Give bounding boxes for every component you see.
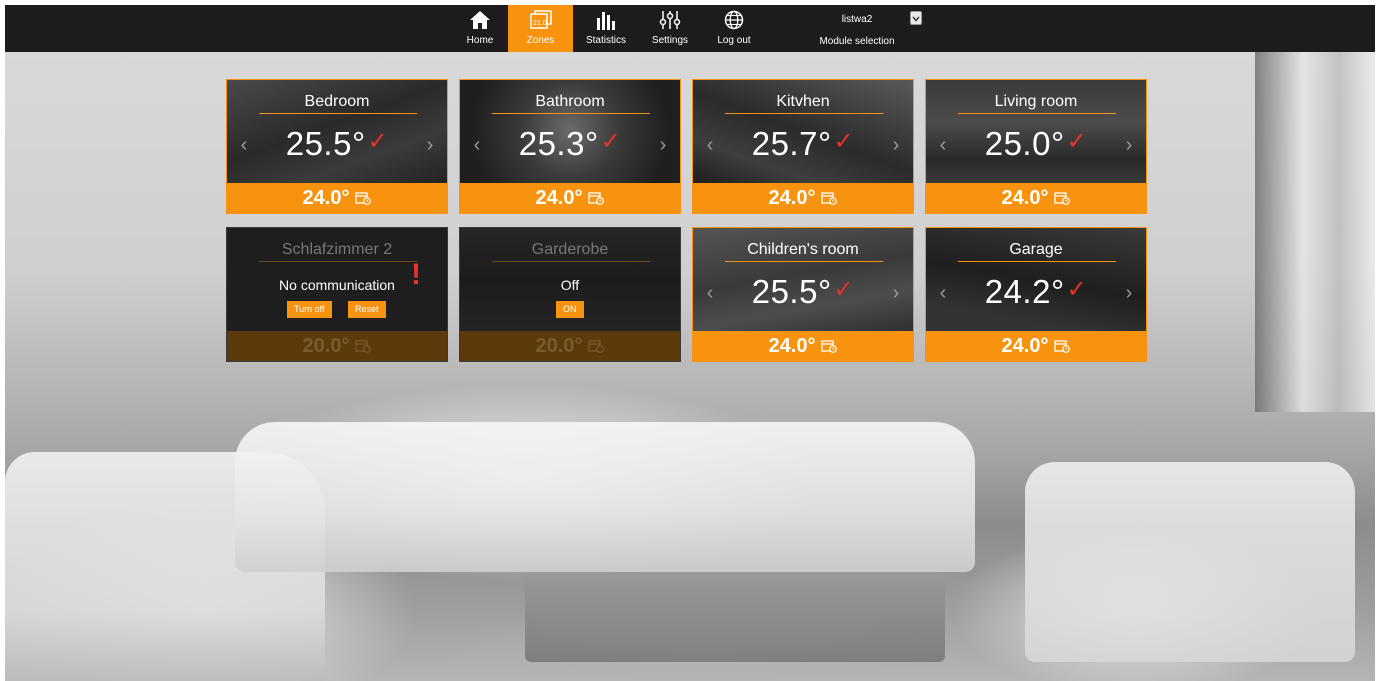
zone-temperature: 25.0°✓ (984, 125, 1088, 162)
calendar-clock-icon (821, 339, 838, 353)
zone-name: Bathroom (535, 93, 605, 110)
statistics-icon (596, 8, 616, 32)
globe-icon (724, 8, 744, 32)
calendar-clock-icon (1054, 191, 1071, 205)
nav-logout-label: Log out (717, 35, 751, 46)
check-icon: ✓ (367, 128, 389, 155)
zone-name-underline (958, 261, 1116, 262)
setpoint-value: 24.0° (1001, 186, 1049, 209)
check-icon: ✓ (1066, 128, 1088, 155)
settings-icon (659, 8, 681, 32)
zone-tile-bathroom[interactable]: Bathroom ‹ 25.3°✓ › 24.0° (459, 79, 681, 214)
zone-setpoint[interactable]: 24.0° (926, 183, 1146, 213)
nav-zones[interactable]: 21.0 Zones (508, 5, 573, 52)
svg-text:21.0: 21.0 (533, 20, 547, 27)
zone-temperature: 25.5°✓ (285, 125, 389, 162)
zone-temperature: 25.5°✓ (751, 273, 855, 310)
module-current: listwa2 (841, 14, 873, 25)
setpoint-value: 24.0° (302, 186, 350, 209)
zone-tile-childrens-room[interactable]: Children's room ‹ 25.5°✓ › 24.0° (692, 227, 914, 362)
zone-name-underline (958, 113, 1116, 114)
zone-tile-garderobe[interactable]: Garderobe Off ON 20.0° (459, 227, 681, 362)
zone-setpoint[interactable]: 20.0° (227, 331, 447, 361)
background-table (525, 572, 945, 662)
check-icon: ✓ (600, 128, 622, 155)
zone-tile-bedroom[interactable]: Bedroom ‹ 25.5°✓ › 24.0° (226, 79, 448, 214)
zone-setpoint[interactable]: 24.0° (693, 331, 913, 361)
zone-temperature: 25.3°✓ (518, 125, 622, 162)
zone-name: Kitvhen (776, 93, 830, 110)
background-sofa (235, 422, 975, 572)
background-sofa-right (1025, 462, 1355, 662)
background-window (1255, 52, 1375, 412)
top-navigation-bar: Home 21.0 Zones Statistics Settings Log … (5, 5, 1375, 52)
turn-off-button[interactable]: Turn off (287, 301, 332, 318)
module-dropdown[interactable] (910, 11, 922, 25)
calendar-clock-icon (588, 339, 605, 353)
chevron-right-icon[interactable]: › (1122, 135, 1136, 155)
nav-zones-label: Zones (526, 35, 555, 46)
nav-settings-label: Settings (651, 35, 689, 46)
home-icon (469, 8, 491, 32)
setpoint-value: 24.0° (768, 334, 816, 357)
chevron-down-icon (912, 9, 920, 27)
zone-setpoint[interactable]: 24.0° (460, 183, 680, 213)
on-button[interactable]: ON (556, 301, 584, 318)
nav-home-label: Home (466, 35, 494, 46)
check-icon: ✓ (1066, 276, 1088, 303)
zone-setpoint[interactable]: 24.0° (693, 183, 913, 213)
chevron-right-icon[interactable]: › (1122, 283, 1136, 303)
zone-name: Living room (994, 93, 1078, 110)
setpoint-value: 24.0° (1001, 334, 1049, 357)
zone-name-underline (492, 113, 650, 114)
zone-name-underline (259, 261, 417, 262)
chevron-right-icon[interactable]: › (889, 283, 903, 303)
calendar-clock-icon (355, 339, 372, 353)
zone-name-underline (492, 261, 650, 262)
zone-setpoint[interactable]: 24.0° (926, 331, 1146, 361)
zone-name: Garderobe (531, 241, 609, 258)
zone-setpoint[interactable]: 20.0° (460, 331, 680, 361)
zone-setpoint[interactable]: 24.0° (227, 183, 447, 213)
calendar-clock-icon (1054, 339, 1071, 353)
setpoint-value: 24.0° (768, 186, 816, 209)
setpoint-value: 24.0° (535, 186, 583, 209)
zone-name-underline (725, 261, 883, 262)
zone-name: Bedroom (304, 93, 370, 110)
setpoint-value: 20.0° (302, 334, 350, 357)
zone-name-underline (259, 113, 417, 114)
zone-temperature: 24.2°✓ (984, 273, 1088, 310)
zones-icon: 21.0 (529, 8, 552, 32)
setpoint-value: 20.0° (535, 334, 583, 357)
chevron-right-icon[interactable]: › (656, 135, 670, 155)
check-icon: ✓ (833, 276, 855, 303)
zone-name: Schlafzimmer 2 (281, 241, 393, 258)
zone-tile-garage[interactable]: Garage ‹ 24.2°✓ › 24.0° (925, 227, 1147, 362)
nav-settings[interactable]: Settings (647, 5, 693, 52)
check-icon: ✓ (833, 128, 855, 155)
chevron-right-icon[interactable]: › (889, 135, 903, 155)
zone-tile-living-room[interactable]: Living room ‹ 25.0°✓ › 24.0° (925, 79, 1147, 214)
zone-temperature: 25.7°✓ (751, 125, 855, 162)
chevron-right-icon[interactable]: › (423, 135, 437, 155)
zone-status-message: Off (560, 277, 580, 293)
zone-tile-kitchen[interactable]: Kitvhen ‹ 25.7°✓ › 24.0° (692, 79, 914, 214)
reset-button[interactable]: Reset (348, 301, 386, 318)
background-image (5, 52, 1375, 681)
module-selection-label: Module selection (819, 36, 895, 47)
nav-statistics-label: Statistics (585, 35, 626, 46)
zone-name: Garage (1009, 241, 1063, 258)
calendar-clock-icon (355, 191, 372, 205)
nav-home[interactable]: Home (460, 5, 500, 52)
calendar-clock-icon (588, 191, 605, 205)
calendar-clock-icon (821, 191, 838, 205)
zone-tile-schlafzimmer-2[interactable]: Schlafzimmer 2 No communication ! Turn o… (226, 227, 448, 362)
nav-statistics[interactable]: Statistics (581, 5, 631, 52)
nav-logout[interactable]: Log out (711, 5, 757, 52)
zone-name: Children's room (747, 241, 859, 258)
zone-name-underline (725, 113, 883, 114)
alert-icon: ! (411, 258, 421, 291)
